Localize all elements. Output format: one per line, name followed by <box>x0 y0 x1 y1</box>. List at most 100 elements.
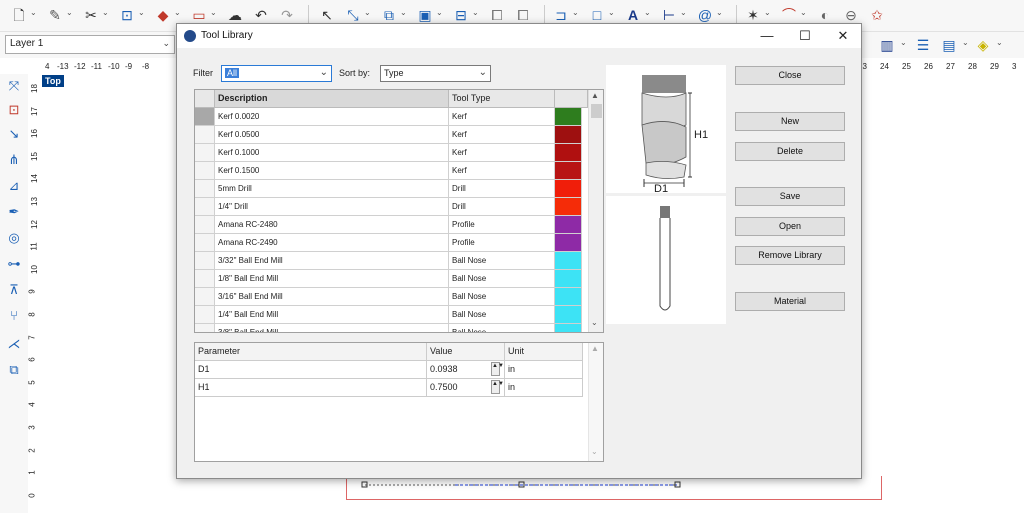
tool-row[interactable]: 1/4" Drill Drill <box>195 198 588 216</box>
new-button[interactable]: New <box>735 112 845 131</box>
row-selector[interactable] <box>195 108 215 126</box>
pattern-tool-icon[interactable]: ⧉ <box>4 362 24 380</box>
tool-row[interactable]: 1/8" Ball End Mill Ball Nose <box>195 270 588 288</box>
offset-tool-icon[interactable]: ⊼ <box>4 282 24 300</box>
spiral-icon[interactable]: @ <box>696 6 714 24</box>
tool-row[interactable]: Kerf 0.1500 Kerf <box>195 162 588 180</box>
scroll-down-icon[interactable]: ⌄ <box>591 447 598 456</box>
tool-type-cell[interactable]: Kerf <box>449 162 555 180</box>
parameter-value-input[interactable]: 0.0938 <box>430 364 458 374</box>
trim-icon[interactable]: ✶ <box>744 6 762 24</box>
line-icon[interactable]: ⊐ <box>552 6 570 24</box>
row-selector[interactable] <box>195 180 215 198</box>
tool-type-cell[interactable]: Kerf <box>449 108 555 126</box>
layer-dropdown[interactable]: Layer 1 ⌄ <box>5 35 175 54</box>
tool-color-swatch[interactable] <box>555 252 582 270</box>
maximize-button[interactable]: ☐ <box>793 27 817 45</box>
align-icon[interactable]: ▤ <box>940 36 958 54</box>
description-column-header[interactable]: Description <box>215 90 449 108</box>
branch-tool-icon[interactable]: ⑂ <box>4 308 24 326</box>
tool-row[interactable]: Kerf 0.1000 Kerf <box>195 144 588 162</box>
scroll-up-icon[interactable]: ▲ <box>591 91 599 100</box>
filter-dropdown[interactable]: All ⌄ <box>221 65 332 82</box>
tool-description-cell[interactable]: Kerf 0.0500 <box>215 126 449 144</box>
tool-description-cell[interactable]: 3/16" Ball End Mill <box>215 288 449 306</box>
chevron-down-icon[interactable]: ⌄ <box>364 8 371 17</box>
angle-tool-icon[interactable]: ↘ <box>4 126 24 144</box>
row-selector[interactable] <box>195 144 215 162</box>
chevron-down-icon[interactable]: ⌄ <box>400 8 407 17</box>
bevel-tool-icon[interactable]: ⊿ <box>4 178 24 196</box>
tool-type-cell[interactable]: Kerf <box>449 144 555 162</box>
tool-type-cell[interactable]: Ball Nose <box>449 324 555 332</box>
tool-type-cell[interactable]: Ball Nose <box>449 288 555 306</box>
row-selector[interactable] <box>195 126 215 144</box>
sort-dropdown[interactable]: Type ⌄ <box>380 65 491 82</box>
chevron-down-icon[interactable]: ⌄ <box>644 8 651 17</box>
tool-color-swatch[interactable] <box>555 270 582 288</box>
row-selector[interactable] <box>195 162 215 180</box>
curve-icon[interactable]: ⌒ <box>780 6 798 24</box>
chevron-down-icon[interactable]: ⌄ <box>800 8 807 17</box>
tool-color-swatch[interactable] <box>555 108 582 126</box>
chevron-down-icon[interactable]: ⌄ <box>716 8 723 17</box>
tool-description-cell[interactable]: 1/8" Ball End Mill <box>215 270 449 288</box>
spinner-icon[interactable]: ▲▼ <box>491 362 504 376</box>
chevron-down-icon[interactable]: ⌄ <box>680 8 687 17</box>
tool-row[interactable]: Amana RC-2480 Profile <box>195 216 588 234</box>
tool-type-cell[interactable]: Ball Nose <box>449 270 555 288</box>
remove-library-button[interactable]: Remove Library <box>735 246 845 265</box>
tool-description-cell[interactable]: Kerf 0.0020 <box>215 108 449 126</box>
row-selector[interactable] <box>195 252 215 270</box>
tool-description-cell[interactable]: 1/4" Ball End Mill <box>215 306 449 324</box>
layers-icon[interactable]: ◆ <box>154 6 172 24</box>
chevron-down-icon[interactable]: ⌄ <box>138 8 145 17</box>
delete-button[interactable]: Delete <box>735 142 845 161</box>
row-selector[interactable] <box>195 198 215 216</box>
tool-color-swatch[interactable] <box>555 324 582 332</box>
dimension-icon[interactable]: ⊢ <box>660 6 678 24</box>
fan-tool-icon[interactable]: ⋔ <box>4 152 24 170</box>
open-button[interactable]: Open <box>735 217 845 236</box>
tool-description-cell[interactable]: 3/32" Ball End Mill <box>215 252 449 270</box>
tool-color-swatch[interactable] <box>555 162 582 180</box>
scroll-up-icon[interactable]: ▲ <box>591 344 599 353</box>
chevron-down-icon[interactable]: ⌄ <box>764 8 771 17</box>
split-tool-icon[interactable]: ⋌ <box>4 336 24 354</box>
paste-icon[interactable]: ⧠ <box>514 6 532 24</box>
stack-icon[interactable]: ☰ <box>914 36 932 54</box>
parameter-value-input[interactable]: 0.7500 <box>430 382 458 392</box>
chevron-down-icon[interactable]: ⌄ <box>174 8 181 17</box>
tool-type-cell[interactable]: Drill <box>449 198 555 216</box>
paint-icon[interactable]: ◈ <box>974 36 992 54</box>
tool-description-cell[interactable]: 3/8" Ball End Mill <box>215 324 449 332</box>
tool-type-cell[interactable]: Kerf <box>449 126 555 144</box>
tool-color-swatch[interactable] <box>555 234 582 252</box>
tool-type-cell[interactable]: Profile <box>449 216 555 234</box>
spinner-icon[interactable]: ▲▼ <box>491 380 504 394</box>
frame-tool-icon[interactable]: ⊡ <box>4 102 24 120</box>
target-tool-icon[interactable]: ◎ <box>4 230 24 248</box>
grid-scrollbar[interactable]: ▲ ⌄ <box>588 90 603 332</box>
row-selector[interactable] <box>195 324 215 332</box>
chevron-down-icon[interactable]: ⌄ <box>436 8 443 17</box>
columns-icon[interactable]: ▥ <box>878 36 896 54</box>
row-selector[interactable] <box>195 306 215 324</box>
copy-icon[interactable]: ⧠ <box>488 6 506 24</box>
tool-description-cell[interactable]: 5mm Drill <box>215 180 449 198</box>
chevron-down-icon[interactable]: ⌄ <box>210 8 217 17</box>
tool-color-swatch[interactable] <box>555 306 582 324</box>
group-icon[interactable]: ▣ <box>416 6 434 24</box>
tool-row[interactable]: 3/32" Ball End Mill Ball Nose <box>195 252 588 270</box>
save-button[interactable]: Save <box>735 187 845 206</box>
pen-tool-icon[interactable]: ✒ <box>4 204 24 222</box>
half-circle-icon[interactable]: ◐ <box>816 6 834 24</box>
tool-color-swatch[interactable] <box>555 198 582 216</box>
scroll-thumb[interactable] <box>591 104 602 118</box>
tool-type-cell[interactable]: Drill <box>449 180 555 198</box>
tool-color-swatch[interactable] <box>555 126 582 144</box>
square-icon[interactable]: □ <box>588 6 606 24</box>
weld-icon[interactable]: ⊟ <box>452 6 470 24</box>
pencil-icon[interactable]: ✎ <box>46 6 64 24</box>
tool-color-swatch[interactable] <box>555 180 582 198</box>
